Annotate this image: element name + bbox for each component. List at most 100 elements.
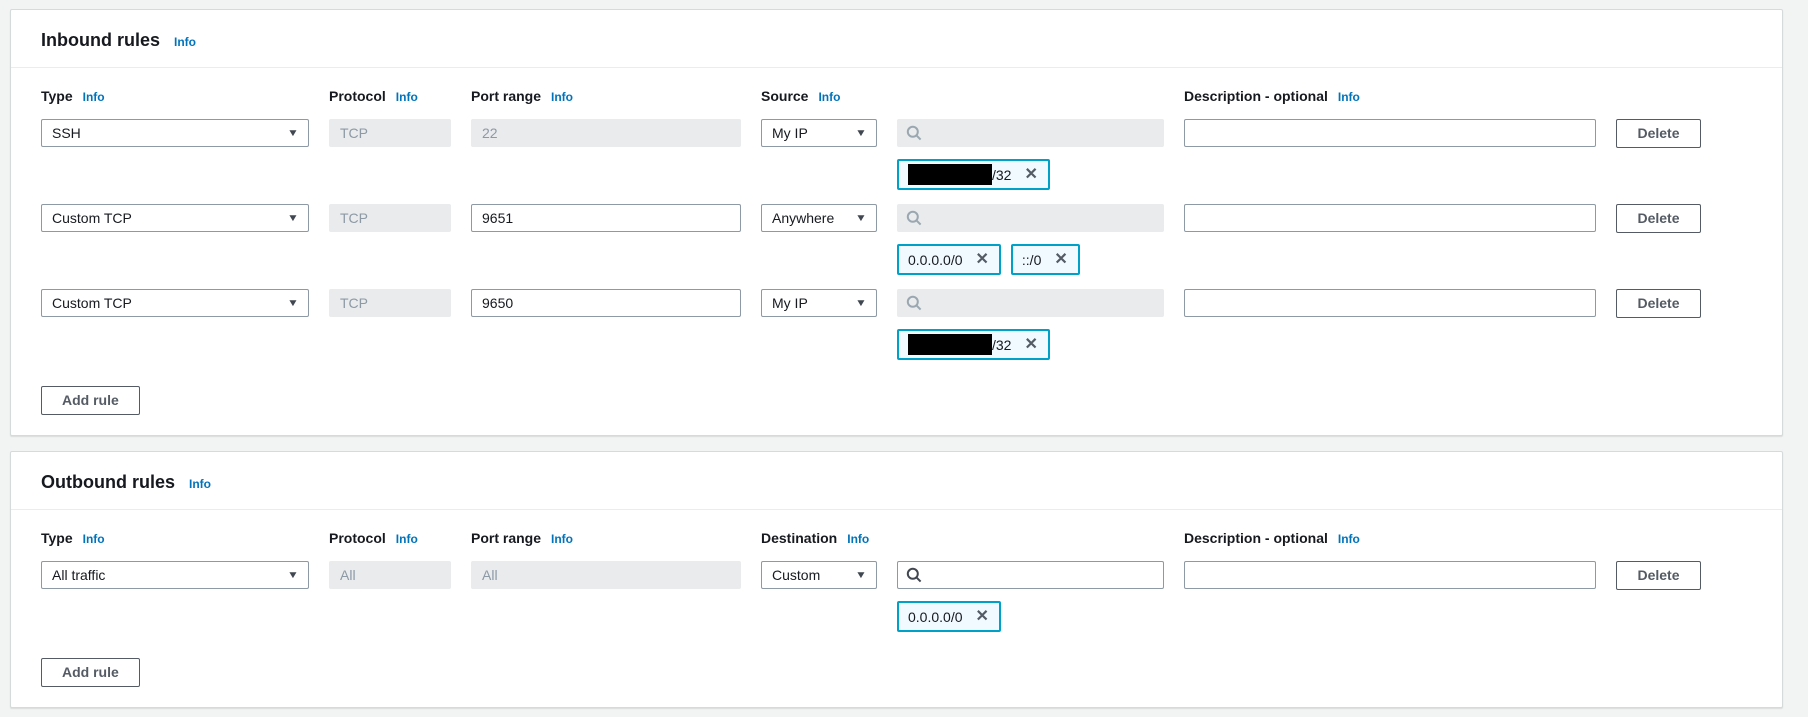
cidr-token-label: /32	[908, 164, 1011, 185]
outbound-rules-title: Outbound rules	[41, 472, 175, 493]
column-header-port-range: Port range Info	[471, 88, 741, 105]
protocol-input	[329, 204, 451, 232]
description-input[interactable]	[1184, 204, 1596, 232]
add-rule-button[interactable]: Add rule	[41, 658, 140, 687]
port-range-info-link[interactable]: Info	[551, 531, 573, 547]
source-select[interactable]: My IP ▼	[761, 289, 877, 317]
close-icon[interactable]: ✕	[1053, 252, 1068, 268]
destination-select[interactable]: Custom ▼	[761, 561, 877, 589]
cidr-token: /32 ✕	[897, 159, 1050, 190]
protocol-info-link[interactable]: Info	[396, 531, 418, 547]
description-input[interactable]	[1184, 289, 1596, 317]
destination-search-input[interactable]	[929, 566, 1155, 584]
source-search-box	[897, 204, 1164, 232]
description-column-label: Description - optional	[1184, 88, 1328, 104]
description-input[interactable]	[1184, 119, 1596, 147]
port-range-input[interactable]	[471, 204, 741, 232]
source-select-value: Anywhere	[772, 210, 834, 226]
description-info-link[interactable]: Info	[1338, 89, 1360, 105]
inbound-rules-header: Inbound rules Info	[11, 10, 1782, 68]
destination-token-row: 0.0.0.0/0 ✕	[897, 601, 1164, 632]
column-header-description: Description - optional Info	[1184, 88, 1596, 105]
cidr-token: ::/0 ✕	[1011, 244, 1080, 275]
column-header-type: Type Info	[41, 88, 309, 105]
delete-button[interactable]: Delete	[1616, 289, 1701, 318]
description-info-link[interactable]: Info	[1338, 531, 1360, 547]
description-input[interactable]	[1184, 561, 1596, 589]
cidr-token-label: /32	[908, 334, 1011, 355]
chevron-down-icon: ▼	[855, 298, 867, 309]
type-select-value: Custom TCP	[52, 210, 132, 226]
add-rule-button[interactable]: Add rule	[41, 386, 140, 415]
delete-button[interactable]: Delete	[1616, 119, 1701, 148]
type-select[interactable]: SSH ▼	[41, 119, 309, 147]
redacted-ip-block	[908, 334, 992, 355]
type-info-link[interactable]: Info	[83, 89, 105, 105]
inbound-rules-body: Type Info Protocol Info Port range Info …	[11, 68, 1782, 435]
chevron-down-icon: ▼	[287, 128, 299, 139]
cidr-suffix: /32	[992, 337, 1011, 353]
outbound-rules-body: Type Info Protocol Info Port range Info …	[11, 510, 1782, 707]
inbound-rules-title: Inbound rules	[41, 30, 160, 51]
port-range-input	[471, 119, 741, 147]
source-column-label: Source	[761, 88, 808, 104]
source-search-input	[929, 124, 1155, 142]
inbound-info-link[interactable]: Info	[174, 35, 196, 49]
source-select-value: My IP	[772, 295, 808, 311]
chevron-down-icon: ▼	[855, 128, 867, 139]
source-token-row: /32 ✕	[897, 329, 1164, 360]
column-header-destination: Destination Info	[761, 530, 877, 547]
close-icon[interactable]: ✕	[975, 252, 990, 268]
cidr-token: /32 ✕	[897, 329, 1050, 360]
protocol-input	[329, 119, 451, 147]
outbound-rule-row-1: All traffic ▼ Custom ▼ Delete 0.0.0.0/0 …	[41, 561, 1752, 632]
delete-button[interactable]: Delete	[1616, 204, 1701, 233]
type-select-value: All traffic	[52, 567, 105, 583]
column-header-description: Description - optional Info	[1184, 530, 1596, 547]
destination-info-link[interactable]: Info	[847, 531, 869, 547]
outbound-info-link[interactable]: Info	[189, 477, 211, 491]
search-icon	[906, 295, 922, 311]
close-icon[interactable]: ✕	[975, 609, 990, 625]
column-header-protocol: Protocol Info	[329, 88, 451, 105]
cidr-token: 0.0.0.0/0 ✕	[897, 244, 1001, 275]
source-select[interactable]: My IP ▼	[761, 119, 877, 147]
port-range-column-label: Port range	[471, 530, 541, 546]
close-icon[interactable]: ✕	[1023, 167, 1038, 183]
outbound-rules-card: Outbound rules Info Type Info Protocol I…	[10, 451, 1783, 708]
protocol-info-link[interactable]: Info	[396, 89, 418, 105]
inbound-rules-card: Inbound rules Info Type Info Protocol In…	[10, 9, 1783, 436]
search-icon	[906, 210, 922, 226]
type-select[interactable]: Custom TCP ▼	[41, 204, 309, 232]
source-select[interactable]: Anywhere ▼	[761, 204, 877, 232]
port-range-input[interactable]	[471, 289, 741, 317]
type-column-label: Type	[41, 88, 73, 104]
type-select[interactable]: All traffic ▼	[41, 561, 309, 589]
cidr-token-label: 0.0.0.0/0	[908, 252, 963, 268]
protocol-input	[329, 561, 451, 589]
source-search-input	[929, 209, 1155, 227]
cidr-token-label: 0.0.0.0/0	[908, 609, 963, 625]
inbound-column-headers: Type Info Protocol Info Port range Info …	[41, 88, 1752, 105]
column-header-type: Type Info	[41, 530, 309, 547]
chevron-down-icon: ▼	[287, 213, 299, 224]
protocol-column-label: Protocol	[329, 530, 386, 546]
close-icon[interactable]: ✕	[1023, 337, 1038, 353]
inbound-rule-row-1: SSH ▼ My IP ▼ Delete /32 ✕	[41, 119, 1752, 190]
delete-button[interactable]: Delete	[1616, 561, 1701, 590]
type-info-link[interactable]: Info	[83, 531, 105, 547]
source-search-box	[897, 289, 1164, 317]
destination-search-box[interactable]	[897, 561, 1164, 589]
type-select[interactable]: Custom TCP ▼	[41, 289, 309, 317]
chevron-down-icon: ▼	[855, 213, 867, 224]
cidr-suffix: /32	[992, 167, 1011, 183]
source-search-box	[897, 119, 1164, 147]
source-info-link[interactable]: Info	[818, 89, 840, 105]
source-search-input	[929, 294, 1155, 312]
type-select-value: Custom TCP	[52, 295, 132, 311]
column-header-source: Source Info	[761, 88, 877, 105]
port-range-column-label: Port range	[471, 88, 541, 104]
port-range-info-link[interactable]: Info	[551, 89, 573, 105]
column-header-port-range: Port range Info	[471, 530, 741, 547]
search-icon	[906, 125, 922, 141]
